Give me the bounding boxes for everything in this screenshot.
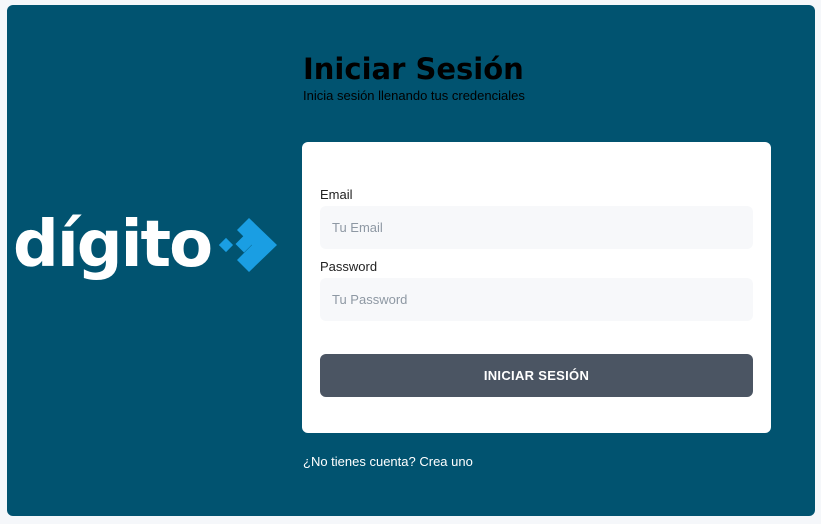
login-button[interactable]: INICIAR SESIÓN	[320, 354, 753, 397]
signup-link[interactable]: ¿No tienes cuenta? Crea uno	[303, 454, 473, 469]
page-subtitle: Inicia sesión llenando tus credenciales	[303, 88, 525, 103]
login-panel: dígito Iniciar Sesión Inicia sesión llen…	[7, 5, 815, 516]
digito-logo: dígito	[13, 213, 281, 277]
page-heading: Iniciar Sesión Inicia sesión llenando tu…	[303, 52, 525, 104]
logo-wordmark: dígito	[13, 208, 213, 282]
password-label: Password	[320, 259, 378, 274]
password-field[interactable]	[320, 278, 753, 321]
arrow-diamond-logo-icon	[219, 218, 278, 272]
login-form-card: Email Password INICIAR SESIÓN	[302, 142, 771, 433]
page-title: Iniciar Sesión	[303, 52, 524, 86]
email-field[interactable]	[320, 206, 753, 249]
email-label: Email	[320, 187, 353, 202]
